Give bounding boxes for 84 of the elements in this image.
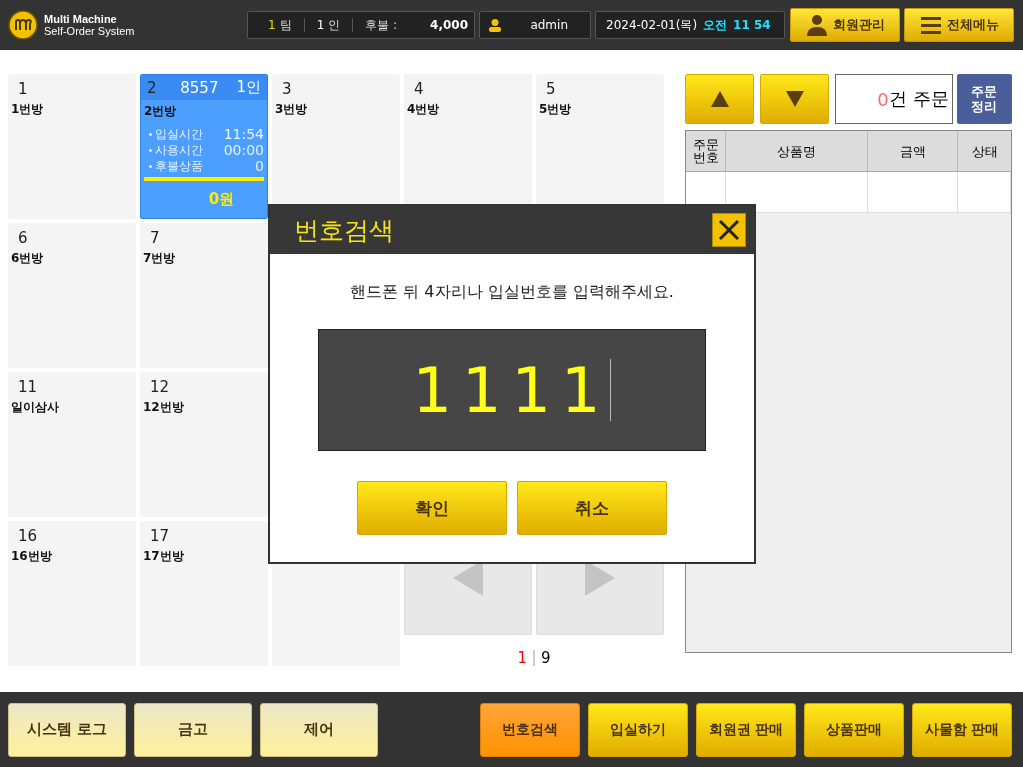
room-name: 일이삼사 xyxy=(10,399,60,416)
room-name: 2번방 xyxy=(143,103,178,120)
room-name: 3번방 xyxy=(274,101,309,118)
column-header: 주문 번호 xyxy=(686,131,726,171)
occupied-room-card[interactable]: 2 8557 1인 2번방 입실시간 11:54 사용시간 00:00 후불상품 0 0원 xyxy=(140,74,268,219)
person-icon xyxy=(805,14,828,36)
user-name: admin xyxy=(530,18,568,32)
room-number: 2 xyxy=(147,78,157,97)
footer-button[interactable]: 제어 xyxy=(260,702,378,757)
dialog-message: 핸드폰 뒤 4자리나 입실번호를 입력해주세요. xyxy=(350,282,674,303)
menu-icon xyxy=(919,14,942,36)
app-subtitle: Self-Order System xyxy=(44,25,135,37)
room-name: 4번방 xyxy=(406,101,441,118)
room-card[interactable]: 12 12번방 xyxy=(140,372,268,517)
footer-button[interactable]: 시스템 로그 xyxy=(8,702,126,757)
info-value: 11:54 xyxy=(223,126,264,142)
number-input-field[interactable]: 1111 xyxy=(318,329,706,451)
info-value: 0 xyxy=(255,158,264,174)
scroll-up-button[interactable] xyxy=(685,74,755,124)
info-label: 입실시간 xyxy=(149,126,203,142)
room-number: 12 xyxy=(149,377,171,396)
info-value: 00:00 xyxy=(223,142,264,158)
room-card[interactable]: 16 16번방 xyxy=(8,521,136,666)
room-name: 7번방 xyxy=(142,250,177,267)
deferred-label: 후불 : xyxy=(365,16,398,34)
team-unit: 팀 xyxy=(279,16,292,34)
app-title: Multi Machine xyxy=(44,13,118,25)
close-button[interactable] xyxy=(712,213,746,247)
menu-button[interactable]: 전체메뉴 xyxy=(904,8,1014,42)
room-card[interactable]: 6 6번방 xyxy=(8,223,136,368)
date-text: 2024-02-01(목) xyxy=(606,16,698,34)
people-unit: 인 xyxy=(328,16,341,34)
current-page: 1 xyxy=(517,649,527,667)
logo-icon xyxy=(8,10,38,40)
room-number: 1 xyxy=(17,79,29,98)
room-card[interactable]: 1 1번방 xyxy=(8,74,136,219)
team-count: 1 xyxy=(268,18,276,32)
clear-orders-button[interactable]: 주문 정리 xyxy=(956,74,1012,124)
cancel-button[interactable]: 취소 xyxy=(517,481,667,535)
room-code: 8557 xyxy=(180,78,219,97)
order-count-label: 건 주문 xyxy=(888,87,949,111)
info-label: 후불상품 xyxy=(149,158,203,174)
column-header: 상태 xyxy=(970,142,999,161)
up-triangle-icon xyxy=(710,91,729,107)
room-name: 17번방 xyxy=(142,548,185,565)
footer-button[interactable]: 번호검색 xyxy=(480,702,580,757)
room-number: 16 xyxy=(17,526,39,545)
down-triangle-icon xyxy=(785,91,804,107)
scroll-down-button[interactable] xyxy=(760,74,830,124)
room-number: 17 xyxy=(149,526,171,545)
room-card[interactable]: 11 일이삼사 xyxy=(8,372,136,517)
room-number: 3 xyxy=(281,79,293,98)
people-count: 1인 xyxy=(236,78,261,97)
room-number: 7 xyxy=(149,228,161,247)
close-icon xyxy=(718,219,740,241)
room-name: 6번방 xyxy=(10,250,45,267)
room-name: 12번방 xyxy=(142,399,185,416)
footer-button[interactable]: 금고 xyxy=(134,702,252,757)
column-header: 상품명 xyxy=(726,131,868,171)
user-icon xyxy=(488,18,502,32)
room-card[interactable]: 17 17번방 xyxy=(140,521,268,666)
member-button[interactable]: 회원관리 xyxy=(790,8,900,42)
room-card[interactable]: 7 7번방 xyxy=(140,223,268,368)
deferred-amount: 4,000 xyxy=(430,18,468,32)
room-number: 11 xyxy=(17,377,39,396)
confirm-button[interactable]: 확인 xyxy=(357,481,507,535)
order-count-number: 0 xyxy=(877,88,889,110)
time-text: 11 54 xyxy=(733,18,771,32)
room-name: 1번방 xyxy=(10,101,45,118)
footer-button[interactable]: 입실하기 xyxy=(588,702,688,757)
column-header: 금액 xyxy=(868,131,958,171)
room-name: 5번방 xyxy=(538,101,573,118)
people-count: 1 xyxy=(316,18,325,32)
room-number: 4 xyxy=(413,79,425,98)
room-total: 0원 xyxy=(207,189,236,209)
info-label: 사용시간 xyxy=(149,142,203,158)
footer-button[interactable]: 회원권 판매 xyxy=(696,702,796,757)
room-name: 16번방 xyxy=(10,548,53,565)
footer-button[interactable]: 상품판매 xyxy=(804,702,904,757)
room-number: 5 xyxy=(545,79,557,98)
footer-button[interactable]: 사물함 판매 xyxy=(912,702,1012,757)
total-pages: 9 xyxy=(541,649,551,667)
room-number: 6 xyxy=(17,228,29,247)
ampm-text: 오전 xyxy=(703,16,728,34)
